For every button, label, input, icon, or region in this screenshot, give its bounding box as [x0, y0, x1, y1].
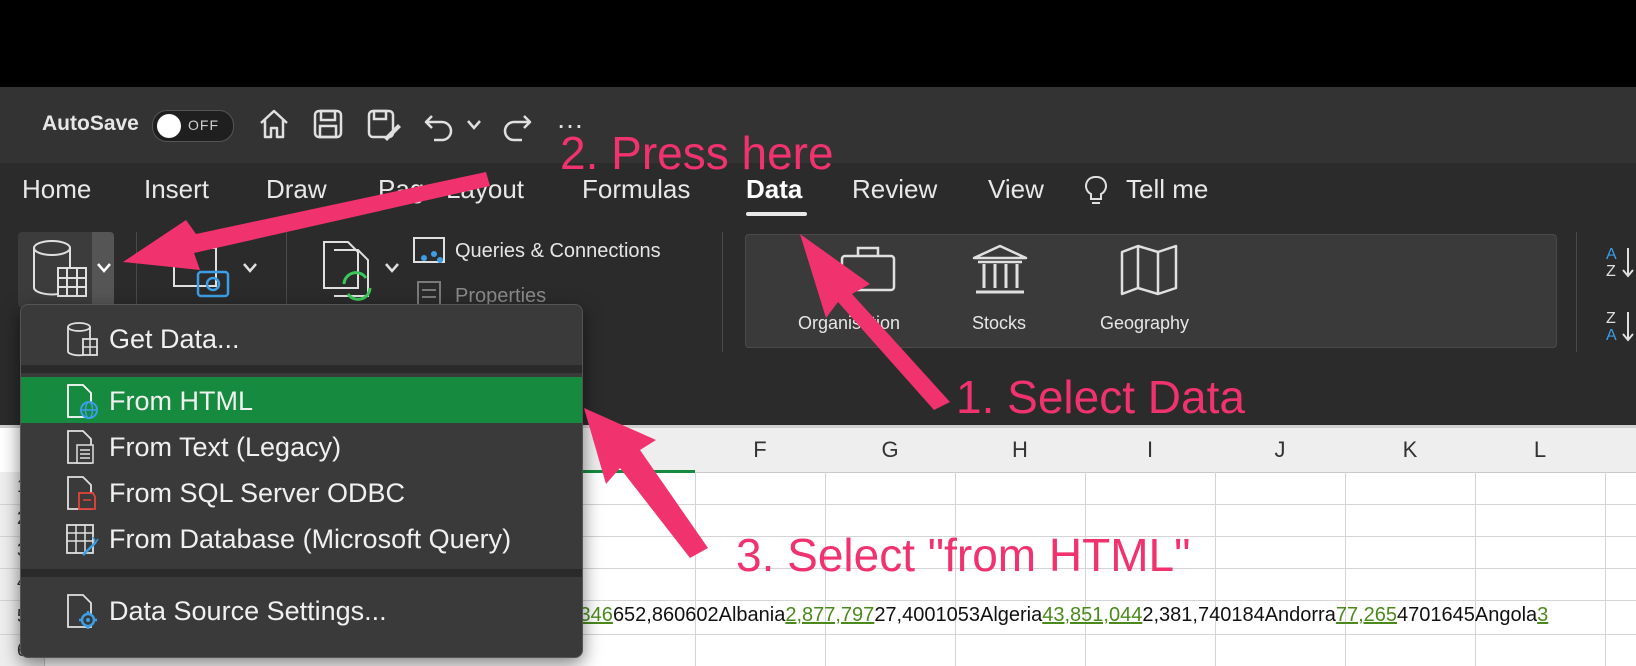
annotation-step-1: 1. Select Data: [956, 371, 1245, 423]
arrow-select-from-html: [584, 408, 708, 558]
arrow-press-here: [123, 172, 490, 270]
arrow-select-data: [800, 234, 950, 410]
annotation-step-2: 2. Press here: [560, 127, 834, 179]
annotation-step-3: 3. Select "from HTML": [736, 529, 1191, 581]
